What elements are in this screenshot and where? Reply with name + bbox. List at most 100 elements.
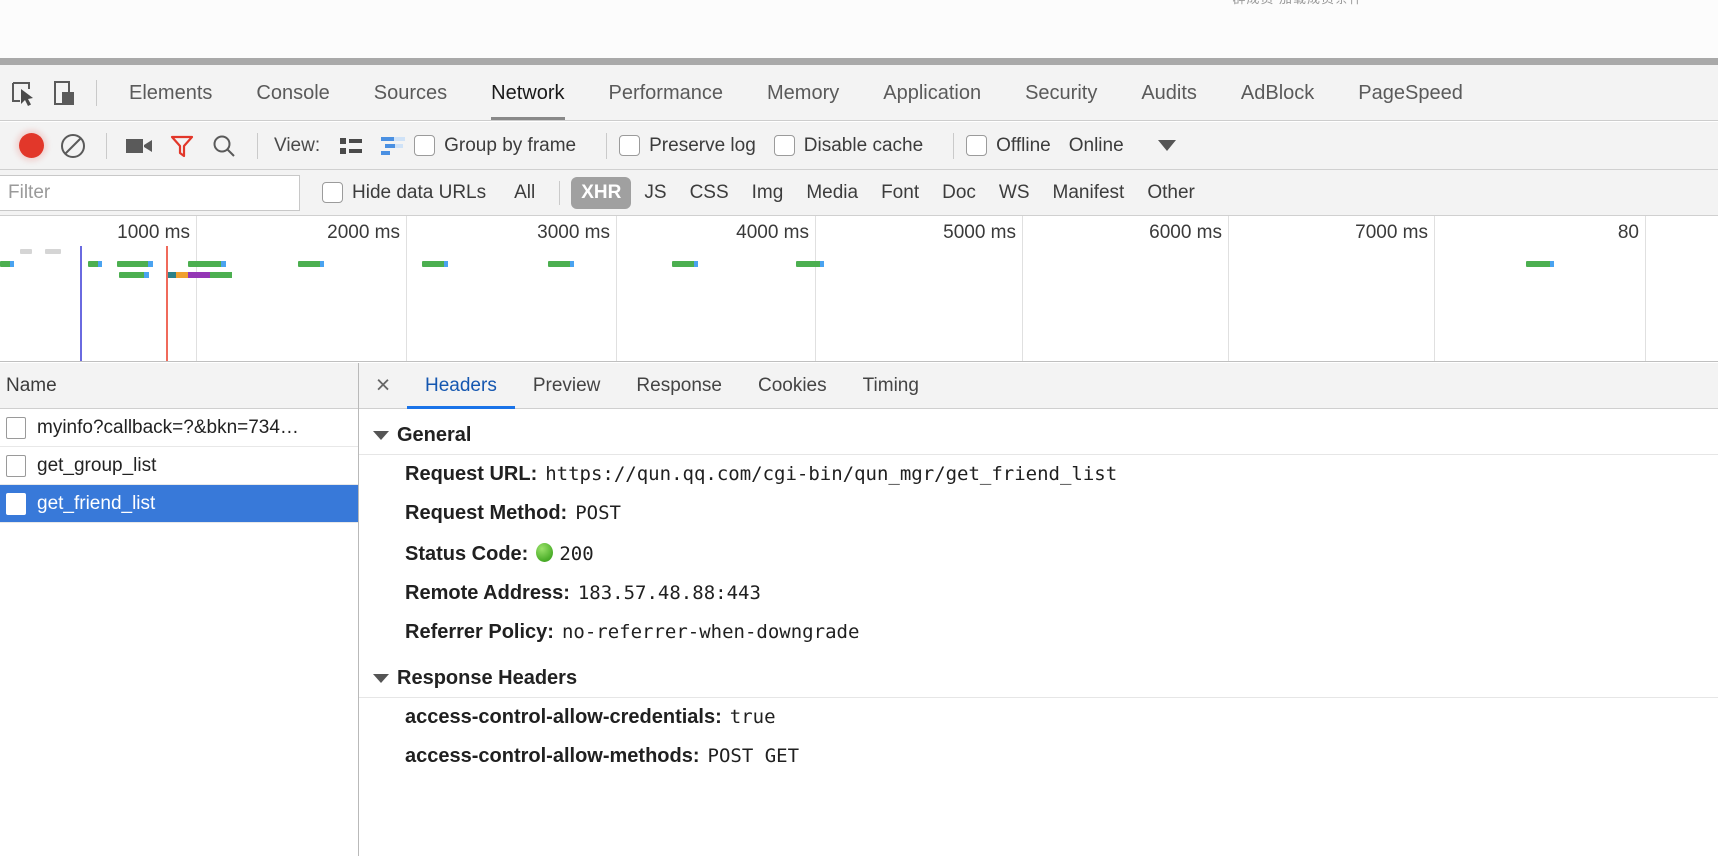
tab-network[interactable]: Network	[469, 65, 586, 121]
overview-request-bar-download	[144, 272, 149, 278]
list-view-icon	[340, 137, 363, 154]
hide-data-urls-checkbox[interactable]: Hide data URLs	[322, 182, 486, 204]
clear-button[interactable]	[52, 125, 94, 167]
offline-label: Offline	[996, 134, 1051, 156]
table-row[interactable]: get_friend_list	[0, 485, 358, 523]
filter-input[interactable]	[0, 174, 300, 211]
header-row-referrer-policy: Referrer Policy: no-referrer-when-downgr…	[359, 613, 1718, 652]
header-key: Request URL:	[405, 463, 538, 485]
offline-checkbox[interactable]: Offline	[966, 135, 1051, 157]
header-row-acam: access-control-allow-methods: POST GET	[359, 737, 1718, 776]
filter-funnel-icon	[170, 135, 194, 157]
document-icon	[6, 416, 26, 439]
chevron-down-icon[interactable]	[1157, 140, 1176, 151]
list-view-button[interactable]	[330, 125, 372, 167]
filter-button[interactable]	[161, 125, 203, 167]
filter-type-js[interactable]: JS	[634, 177, 676, 209]
timeline-tick-label: 1000 ms	[117, 222, 190, 243]
overview-request-bar	[0, 261, 14, 267]
tab-memory[interactable]: Memory	[745, 65, 861, 121]
overview-request-bar	[119, 272, 149, 278]
table-row[interactable]: myinfo?callback=?&bkn=734…	[0, 409, 358, 447]
header-row-request-url: Request URL: https://qun.qq.com/cgi-bin/…	[359, 455, 1718, 494]
headers-content: General Request URL: https://qun.qq.com/…	[359, 409, 1718, 856]
overview-request-bar	[88, 261, 102, 267]
hide-data-urls-label: Hide data URLs	[352, 181, 487, 203]
timeline-gridline	[616, 216, 617, 361]
overview-request-bar-download	[694, 261, 698, 267]
tab-application[interactable]: Application	[861, 65, 1003, 121]
filter-type-doc[interactable]: Doc	[932, 177, 986, 209]
tab-console[interactable]: Console	[234, 65, 351, 121]
section-general[interactable]: General	[359, 417, 1718, 455]
disable-cache-label: Disable cache	[803, 134, 924, 156]
inspect-element-icon[interactable]	[0, 65, 44, 121]
tab-cookies[interactable]: Cookies	[740, 363, 845, 409]
tab-security[interactable]: Security	[1003, 65, 1119, 121]
overview-request-bar	[298, 261, 324, 267]
filter-type-font[interactable]: Font	[871, 177, 929, 209]
header-value: true	[729, 706, 776, 728]
filter-type-all[interactable]: All	[504, 177, 545, 209]
toolbar-divider	[257, 132, 258, 159]
page-strip-text: 群成员 加载成员条件	[1232, 0, 1363, 7]
panel-tabs: Elements Console Sources Network Perform…	[107, 65, 1485, 121]
filter-type-img[interactable]: Img	[742, 177, 794, 209]
disable-cache-checkbox[interactable]: Disable cache	[773, 134, 924, 157]
waterfall-view-button[interactable]	[372, 125, 414, 167]
filter-divider	[559, 180, 561, 205]
group-by-frame-checkbox[interactable]: Group by frame	[414, 135, 576, 157]
tab-performance[interactable]: Performance	[587, 65, 746, 121]
tab-sources[interactable]: Sources	[352, 65, 469, 121]
overview-request-segment	[188, 272, 210, 278]
preserve-log-checkbox[interactable]: Preserve log	[619, 135, 756, 157]
tab-audits[interactable]: Audits	[1119, 65, 1219, 121]
header-row-request-method: Request Method: POST	[359, 494, 1718, 533]
filter-type-css[interactable]: CSS	[680, 177, 739, 209]
search-button[interactable]	[203, 125, 245, 167]
waterfall-view-icon	[381, 136, 406, 155]
triangle-down-icon[interactable]	[373, 431, 389, 440]
tab-adblock[interactable]: AdBlock	[1219, 65, 1336, 121]
overview-request-segment	[168, 272, 176, 278]
table-row[interactable]: get_group_list	[0, 447, 358, 485]
throttling-select[interactable]: Online	[1069, 135, 1124, 157]
filter-type-ws[interactable]: WS	[989, 177, 1040, 209]
tab-elements[interactable]: Elements	[107, 65, 234, 121]
triangle-down-icon[interactable]	[373, 674, 389, 683]
checkbox-box	[619, 135, 641, 156]
group-by-frame-label: Group by frame	[444, 134, 577, 156]
checkbox-box	[773, 135, 795, 156]
timeline-tick-label: 7000 ms	[1355, 222, 1428, 243]
checkbox-box	[414, 135, 436, 156]
network-overview-timeline[interactable]: 1000 ms 2000 ms 3000 ms 4000 ms 5000 ms 6000 …	[0, 216, 1718, 362]
tab-pagespeed[interactable]: PageSpeed	[1336, 65, 1485, 121]
status-badge	[536, 543, 554, 562]
header-key: Status Code:	[405, 543, 529, 565]
record-button[interactable]	[10, 125, 52, 167]
tab-preview[interactable]: Preview	[515, 363, 619, 409]
request-name: myinfo?callback=?&bkn=734…	[37, 416, 299, 438]
header-value: no-referrer-when-downgrade	[561, 621, 860, 643]
filter-type-media[interactable]: Media	[796, 177, 868, 209]
timeline-gridline	[406, 216, 407, 361]
header-value: 200	[559, 543, 594, 565]
network-toolbar: View: Group by frame Preserve log Disabl…	[0, 122, 1718, 170]
devtools-tabbar: Elements Console Sources Network Perform…	[0, 65, 1718, 121]
tab-headers[interactable]: Headers	[407, 363, 515, 409]
overview-request-bar-download	[320, 261, 324, 267]
close-icon[interactable]: ×	[359, 363, 407, 409]
timeline-gridline	[815, 216, 816, 361]
tab-response[interactable]: Response	[618, 363, 740, 409]
device-toolbar-icon[interactable]	[44, 65, 88, 121]
overview-request-bar-download	[148, 261, 153, 267]
section-response-headers[interactable]: Response Headers	[359, 660, 1718, 698]
tab-timing[interactable]: Timing	[845, 363, 937, 409]
overview-request-bar	[672, 261, 698, 267]
filter-type-manifest[interactable]: Manifest	[1043, 177, 1135, 209]
overview-request-segment	[210, 272, 232, 278]
filter-type-xhr[interactable]: XHR	[571, 176, 632, 209]
preserve-log-label: Preserve log	[649, 134, 756, 156]
capture-screenshots-button[interactable]	[119, 125, 161, 167]
filter-type-other[interactable]: Other	[1137, 177, 1205, 209]
